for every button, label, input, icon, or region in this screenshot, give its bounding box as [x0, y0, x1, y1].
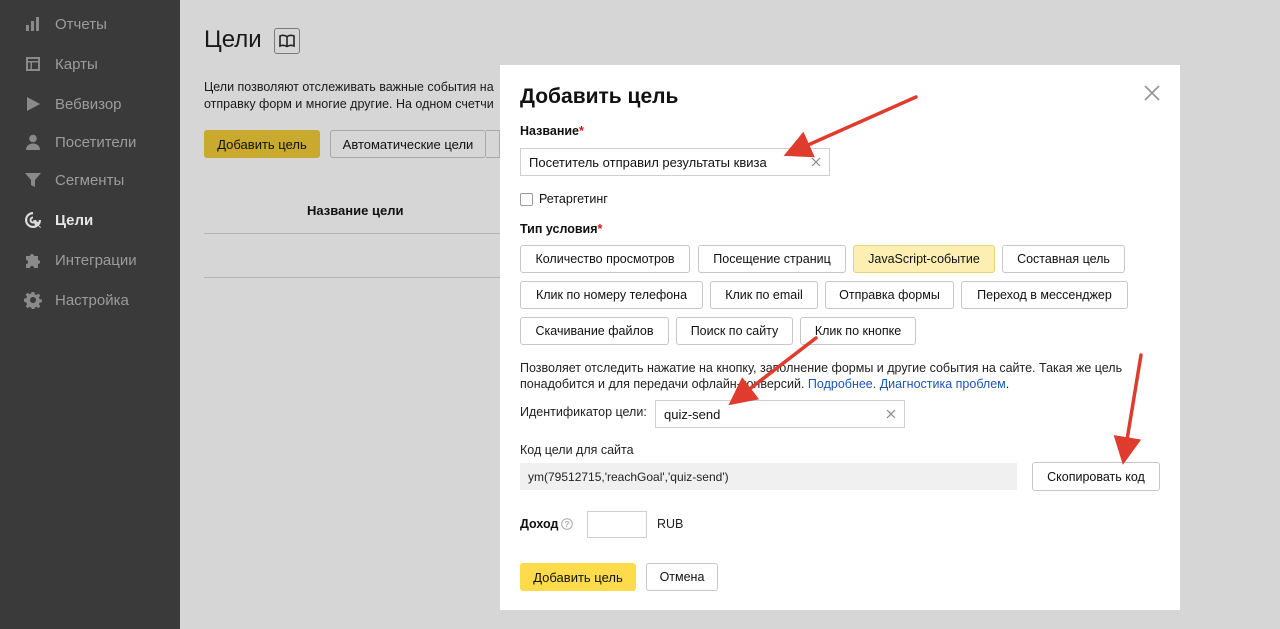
- funnel-icon: [24, 171, 42, 189]
- sidebar-item-webvisor[interactable]: Вебвизор: [0, 86, 180, 122]
- sidebar-item-label: Интеграции: [55, 251, 137, 269]
- retargeting-checkbox[interactable]: [520, 193, 533, 206]
- more-link[interactable]: Подробнее.: [808, 377, 876, 391]
- sidebar-item-segments[interactable]: Сегменты: [0, 162, 180, 198]
- svg-text:?: ?: [565, 520, 570, 529]
- sidebar-item-goals[interactable]: Цели: [0, 202, 180, 238]
- condition-phone-click[interactable]: Клик по номеру телефона: [520, 281, 703, 309]
- sidebar-item-integrations[interactable]: Интеграции: [0, 242, 180, 278]
- bar-chart-icon: [24, 15, 42, 33]
- sidebar-item-label: Отчеты: [55, 15, 107, 33]
- copy-code-button[interactable]: Скопировать код: [1032, 462, 1160, 491]
- target-cursor-icon: [24, 211, 42, 229]
- retargeting-label: Ретаргетинг: [539, 192, 608, 206]
- page-title: Цели: [204, 26, 262, 53]
- dialog-title: Добавить цель: [520, 85, 679, 108]
- goal-code: ym(79512715,'reachGoal','quiz-send'): [520, 463, 1017, 490]
- table-header-goal-name: Название цели: [307, 203, 404, 218]
- sidebar-item-visitors[interactable]: Посетители: [0, 124, 180, 160]
- currency-label: RUB: [657, 517, 684, 531]
- map-layout-icon: [24, 55, 42, 73]
- condition-messenger[interactable]: Переход в мессенджер: [961, 281, 1128, 309]
- sidebar-item-label: Настройка: [55, 291, 129, 309]
- help-icon[interactable]: ?: [561, 518, 574, 530]
- clear-icon[interactable]: [886, 409, 896, 419]
- sidebar-item-label: Цели: [55, 211, 94, 229]
- sidebar-item-label: Посетители: [55, 133, 137, 151]
- code-label: Код цели для сайта: [520, 443, 634, 457]
- condition-site-search[interactable]: Поиск по сайту: [676, 317, 793, 345]
- add-goal-dialog: Добавить цель Название* Посетитель отпра…: [500, 65, 1180, 610]
- sidebar-item-maps[interactable]: Карты: [0, 46, 180, 82]
- clear-icon[interactable]: [811, 157, 821, 167]
- help-button[interactable]: [486, 130, 500, 158]
- user-icon: [24, 133, 42, 151]
- gear-icon: [24, 291, 42, 309]
- diagnostics-link[interactable]: Диагностика проблем: [880, 377, 1006, 391]
- condition-pageviews[interactable]: Количество просмотров: [520, 245, 690, 273]
- condition-email-click[interactable]: Клик по email: [710, 281, 818, 309]
- docs-button[interactable]: [274, 28, 300, 54]
- condition-composite[interactable]: Составная цель: [1002, 245, 1125, 273]
- book-icon: [279, 34, 295, 48]
- name-label: Название*: [520, 124, 584, 138]
- sidebar-item-reports[interactable]: Отчеты: [0, 6, 180, 42]
- play-icon: [24, 95, 42, 113]
- sidebar-item-label: Сегменты: [55, 171, 125, 189]
- sidebar-item-settings[interactable]: Настройка: [0, 282, 180, 318]
- condition-file-download[interactable]: Скачивание файлов: [520, 317, 669, 345]
- sidebar-item-label: Вебвизор: [55, 95, 122, 113]
- income-input[interactable]: [587, 511, 647, 538]
- submit-add-goal-button[interactable]: Добавить цель: [520, 563, 636, 591]
- goal-name-input[interactable]: Посетитель отправил результаты квиза: [520, 148, 830, 176]
- condition-page-visit[interactable]: Посещение страниц: [698, 245, 846, 273]
- divider: [204, 277, 500, 278]
- income-label: Доход ?: [520, 517, 574, 531]
- sidebar: Отчеты Карты Вебвизор Посетители Сегмент…: [0, 0, 180, 629]
- add-goal-button[interactable]: Добавить цель: [204, 130, 320, 158]
- page-description: Цели позволяют отслеживать важные событи…: [204, 80, 494, 111]
- goal-id-label: Идентификатор цели:: [520, 405, 647, 419]
- divider: [204, 233, 500, 234]
- puzzle-icon: [24, 251, 42, 269]
- condition-button-click[interactable]: Клик по кнопке: [800, 317, 916, 345]
- close-icon[interactable]: [1143, 84, 1161, 102]
- goal-id-input[interactable]: quiz-send: [655, 400, 905, 428]
- condition-type-label: Тип условия*: [520, 222, 603, 236]
- condition-javascript-event[interactable]: JavaScript-событие: [853, 245, 995, 273]
- condition-form-submit[interactable]: Отправка формы: [825, 281, 954, 309]
- cancel-button[interactable]: Отмена: [646, 563, 718, 591]
- auto-goals-button[interactable]: Автоматические цели: [330, 130, 486, 158]
- condition-description: Позволяет отследить нажатие на кнопку, з…: [520, 361, 1123, 391]
- sidebar-item-label: Карты: [55, 55, 98, 73]
